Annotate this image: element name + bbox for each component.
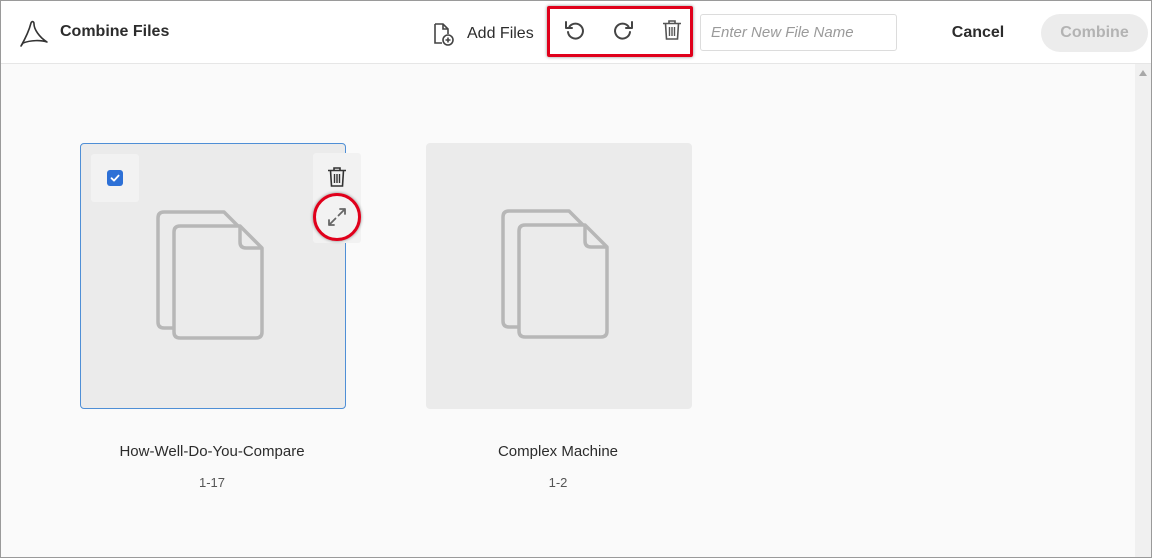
app-title: Combine Files: [60, 23, 170, 40]
undo-button[interactable]: [560, 15, 590, 45]
undo-icon: [565, 21, 584, 40]
file-card[interactable]: [80, 143, 346, 409]
acrobat-logo-icon: [20, 20, 48, 47]
add-files-label: Add Files: [467, 25, 534, 42]
add-file-icon: [434, 23, 454, 46]
vertical-scrollbar[interactable]: [1135, 64, 1151, 557]
file-page-range: 1-17: [198, 475, 226, 490]
redo-icon: [614, 21, 633, 40]
file-checkbox[interactable]: [107, 170, 123, 186]
combine-files-window: Combine Files Add Files Enter New File N…: [0, 0, 1152, 558]
expand-highlight-circle: [313, 193, 361, 241]
trash-icon[interactable]: [325, 165, 349, 189]
combine-button[interactable]: Combine: [1041, 14, 1148, 52]
filename-input[interactable]: [700, 14, 897, 51]
checkmark-icon: [110, 174, 120, 182]
document-stack-icon: [156, 210, 264, 340]
delete-button[interactable]: [657, 15, 687, 45]
cancel-button[interactable]: Cancel: [931, 15, 1025, 51]
header-bar: Combine Files Add Files Enter New File N…: [1, 1, 1151, 64]
document-stack-icon: [501, 209, 609, 339]
redo-button[interactable]: [608, 15, 638, 45]
add-files-button[interactable]: Add Files: [431, 19, 534, 49]
file-page-range: 1-2: [548, 475, 568, 490]
scroll-up-arrow-icon[interactable]: [1139, 70, 1147, 76]
trash-icon: [663, 20, 681, 40]
file-card[interactable]: [426, 143, 692, 409]
file-name: How-Well-Do-You-Compare: [119, 443, 305, 460]
file-name: Complex Machine: [497, 443, 619, 460]
file-checkbox-container[interactable]: [91, 154, 139, 202]
